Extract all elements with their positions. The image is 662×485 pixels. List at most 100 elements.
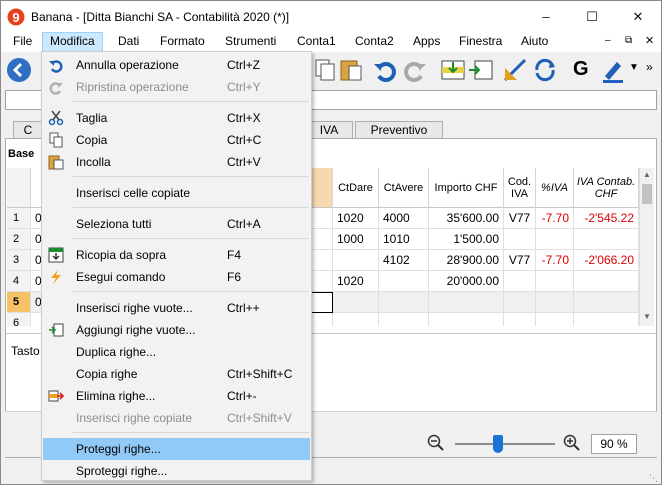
- vertical-scrollbar[interactable]: ▲ ▼: [639, 168, 654, 326]
- menu-item-duplicate-rows[interactable]: Duplica righe...: [43, 341, 310, 363]
- menu-formato[interactable]: Formato: [153, 32, 212, 52]
- importo-cell[interactable]: 20'000.00: [429, 271, 504, 292]
- menu-strumenti[interactable]: Strumenti: [218, 32, 283, 52]
- menu-modifica[interactable]: Modifica: [42, 32, 103, 52]
- menu-conta2[interactable]: Conta2: [348, 32, 401, 52]
- codiva-cell[interactable]: [504, 313, 536, 326]
- back-icon[interactable]: [5, 56, 33, 84]
- ctavere-cell[interactable]: 4000: [379, 208, 429, 229]
- ivacontab-cell[interactable]: [574, 292, 639, 313]
- menu-apps[interactable]: Apps: [406, 32, 447, 52]
- menu-item-insert-copied-rows[interactable]: Inserisci righe copiate Ctrl+Shift+V: [43, 407, 310, 429]
- codiva-cell[interactable]: [504, 292, 536, 313]
- recalculate-icon[interactable]: [531, 56, 559, 84]
- menu-item-copy[interactable]: Copia Ctrl+C: [43, 129, 310, 151]
- zoom-slider-track[interactable]: [455, 443, 555, 445]
- menu-item-execute-command[interactable]: Esegui comando F6: [43, 266, 310, 288]
- ivacontab-cell[interactable]: [574, 229, 639, 250]
- menu-item-redo[interactable]: Ripristina operazione Ctrl+Y: [43, 76, 310, 98]
- importo-cell[interactable]: [429, 292, 504, 313]
- menu-item-undo[interactable]: Annulla operazione Ctrl+Z: [43, 54, 310, 76]
- ivacontab-cell[interactable]: [574, 313, 639, 326]
- menu-item-copy-rows[interactable]: Copia righe Ctrl+Shift+C: [43, 363, 310, 385]
- copy-icon[interactable]: [311, 56, 339, 84]
- ctavere-cell[interactable]: [379, 292, 429, 313]
- menu-item-protect-rows[interactable]: Proteggi righe...: [43, 438, 310, 460]
- view-label[interactable]: Base: [8, 148, 34, 160]
- ivacontab-cell[interactable]: [574, 271, 639, 292]
- piva-cell[interactable]: [536, 313, 574, 326]
- ctdare-cell[interactable]: [333, 313, 379, 326]
- menu-conta1[interactable]: Conta1: [290, 32, 343, 52]
- column-header-importo[interactable]: Importo CHF: [429, 168, 504, 208]
- ctavere-cell[interactable]: [379, 271, 429, 292]
- minimize-button[interactable]: –: [523, 1, 569, 32]
- menu-item-add-empty-rows[interactable]: Aggiungi righe vuote...: [43, 319, 310, 341]
- toolbar-overflow-icon[interactable]: »: [646, 60, 653, 74]
- importo-cell[interactable]: 28'900.00: [429, 250, 504, 271]
- maximize-button[interactable]: ☐: [569, 1, 615, 32]
- menu-dati[interactable]: Dati: [111, 32, 146, 52]
- codiva-cell[interactable]: [504, 271, 536, 292]
- pen-color-icon[interactable]: [599, 56, 627, 84]
- menu-finestra[interactable]: Finestra: [452, 32, 509, 52]
- piva-cell[interactable]: -7.70: [536, 250, 574, 271]
- menu-item-cut[interactable]: Taglia Ctrl+X: [43, 107, 310, 129]
- scroll-up-icon[interactable]: ▲: [643, 170, 651, 179]
- scroll-thumb[interactable]: [642, 184, 652, 204]
- tab-partial[interactable]: C: [13, 121, 43, 139]
- ctavere-cell[interactable]: [379, 313, 429, 326]
- column-header-ctdare[interactable]: CtDare: [333, 168, 379, 208]
- mdi-minimize-button[interactable]: –: [605, 35, 611, 46]
- undo-icon[interactable]: [371, 56, 399, 84]
- column-header-ivacontab[interactable]: IVA Contab. CHF: [574, 168, 639, 208]
- menu-item-insert-empty-rows[interactable]: Inserisci righe vuote... Ctrl++: [43, 297, 310, 319]
- zoom-slider-thumb[interactable]: [493, 435, 503, 453]
- menu-item-select-all[interactable]: Seleziona tutti Ctrl+A: [43, 213, 310, 235]
- codiva-cell[interactable]: [504, 229, 536, 250]
- add-rows-icon[interactable]: [467, 56, 495, 84]
- column-header-codiva[interactable]: Cod. IVA: [504, 168, 536, 208]
- ctavere-cell[interactable]: 1010: [379, 229, 429, 250]
- ctavere-cell[interactable]: 4102: [379, 250, 429, 271]
- piva-cell[interactable]: [536, 229, 574, 250]
- ctdare-cell[interactable]: [333, 250, 379, 271]
- menu-item-insert-copied-cells[interactable]: Inserisci celle copiate: [43, 182, 310, 204]
- menu-item-paste[interactable]: Incolla Ctrl+V: [43, 151, 310, 173]
- ctdare-cell[interactable]: 1020: [333, 271, 379, 292]
- redo-icon[interactable]: [401, 56, 429, 84]
- menu-item-unprotect-rows[interactable]: Sproteggi righe...: [43, 460, 310, 482]
- bold-button[interactable]: G: [573, 58, 589, 81]
- column-header-piva[interactable]: %IVA: [536, 168, 574, 208]
- piva-cell[interactable]: [536, 271, 574, 292]
- codiva-cell[interactable]: V77: [504, 250, 536, 271]
- ctdare-cell[interactable]: 1000: [333, 229, 379, 250]
- chevron-down-icon[interactable]: ▼: [629, 62, 639, 73]
- design-tools-icon[interactable]: [501, 56, 529, 84]
- importo-cell[interactable]: 35'600.00: [429, 208, 504, 229]
- piva-cell[interactable]: [536, 292, 574, 313]
- tab-preventivo[interactable]: Preventivo: [355, 121, 443, 139]
- paste-icon[interactable]: [337, 56, 365, 84]
- menu-aiuto[interactable]: Aiuto: [514, 32, 555, 52]
- mdi-restore-button[interactable]: ⧉: [625, 35, 632, 46]
- insert-rows-icon[interactable]: [439, 56, 467, 84]
- scroll-down-icon[interactable]: ▼: [643, 312, 651, 321]
- column-header-ctavere[interactable]: CtAvere: [379, 168, 429, 208]
- close-button[interactable]: ✕: [615, 1, 661, 32]
- ctdare-cell[interactable]: [333, 292, 379, 313]
- menu-item-copy-from-above[interactable]: Ricopia da sopra F4: [43, 244, 310, 266]
- importo-cell[interactable]: [429, 313, 504, 326]
- importo-cell[interactable]: 1'500.00: [429, 229, 504, 250]
- mdi-close-button[interactable]: ✕: [645, 34, 654, 47]
- zoom-value-field[interactable]: 90 %: [591, 434, 637, 454]
- ivacontab-cell[interactable]: -2'545.22: [574, 208, 639, 229]
- piva-cell[interactable]: -7.70: [536, 208, 574, 229]
- tab-iva[interactable]: IVA: [305, 121, 353, 139]
- menu-file[interactable]: File: [6, 32, 39, 52]
- codiva-cell[interactable]: V77: [504, 208, 536, 229]
- zoom-in-icon[interactable]: [563, 434, 581, 455]
- ctdare-cell[interactable]: 1020: [333, 208, 379, 229]
- resize-grip-icon[interactable]: ⋱: [649, 473, 658, 484]
- zoom-out-icon[interactable]: [427, 434, 445, 455]
